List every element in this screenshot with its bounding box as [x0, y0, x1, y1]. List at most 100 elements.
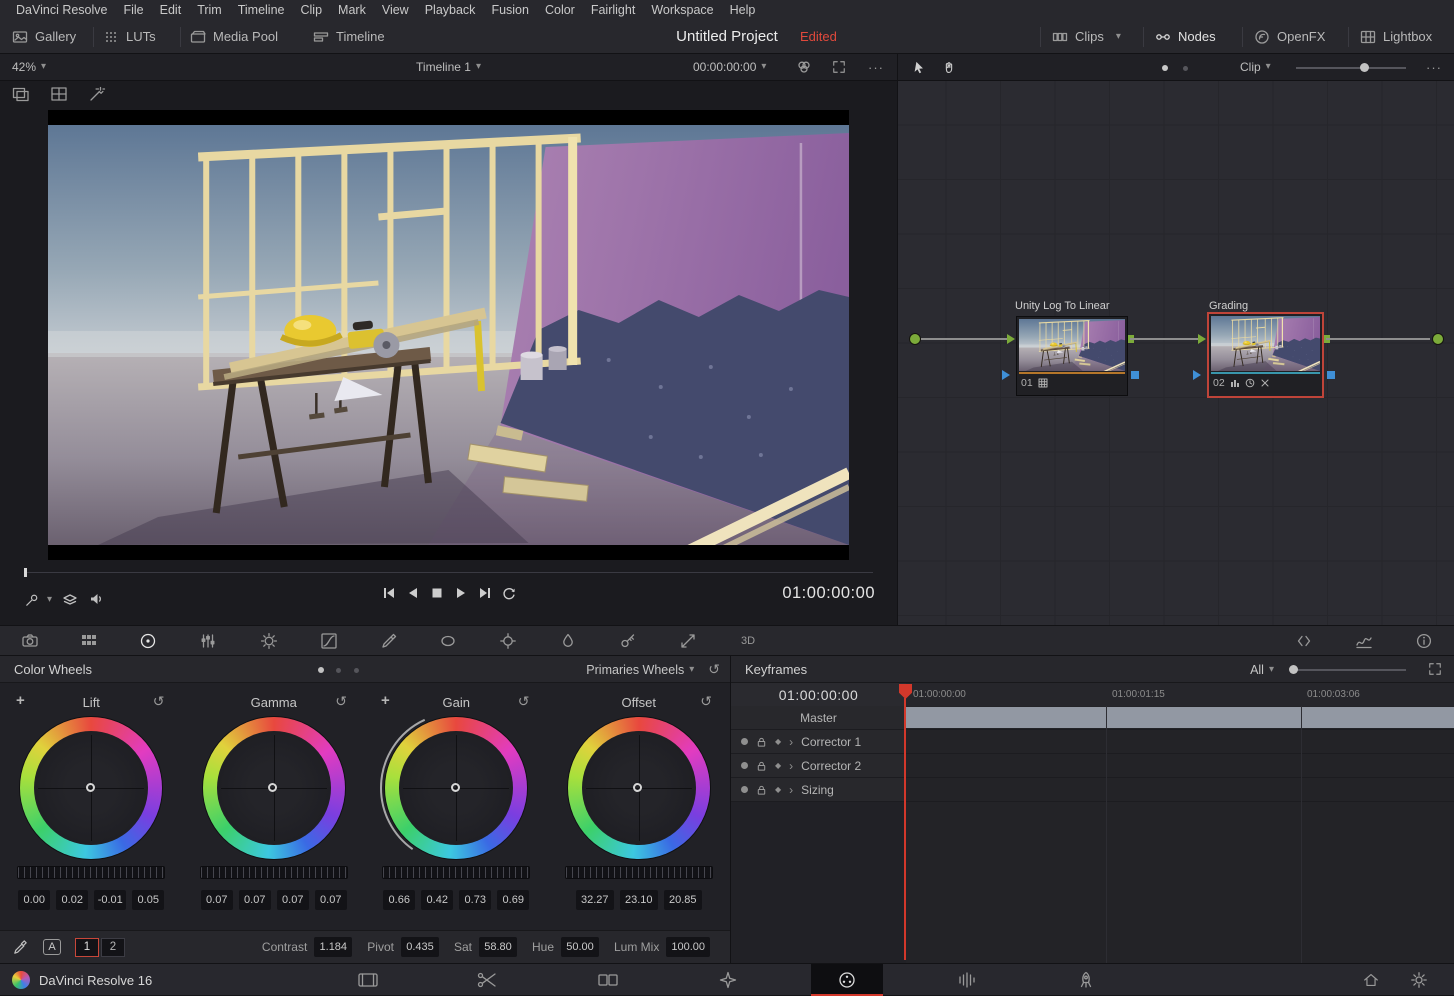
keyframe-filter-dropdown[interactable]: All ▾ — [1250, 656, 1274, 683]
menu-item-workspace[interactable]: Workspace — [643, 3, 721, 17]
select-tool-button[interactable] — [912, 54, 926, 80]
lock-icon[interactable] — [756, 784, 767, 796]
key-palette[interactable] — [615, 629, 641, 653]
wheel-indicator[interactable] — [268, 783, 277, 792]
keyframe-zoom-slider[interactable] — [1290, 669, 1406, 671]
gamma-color-wheel[interactable] — [203, 717, 345, 859]
page-color-active[interactable] — [811, 964, 883, 996]
page-dot[interactable] — [354, 668, 359, 673]
viewer-zoom-dropdown[interactable]: 42% ▾ — [12, 54, 46, 80]
menu-item-trim[interactable]: Trim — [189, 3, 230, 17]
node-02-selected[interactable]: 02 — [1207, 312, 1324, 398]
keyframe-diamond-icon[interactable]: ◆ — [775, 737, 781, 746]
play-button[interactable] — [453, 586, 469, 603]
tracker-palette[interactable] — [495, 629, 521, 653]
expand-keyframes-button[interactable] — [1428, 662, 1442, 676]
gain-master-dial[interactable] — [382, 866, 530, 879]
node-zoom-slider[interactable] — [1296, 67, 1406, 69]
page-dot-active[interactable] — [318, 667, 324, 673]
first-frame-button[interactable] — [381, 586, 397, 603]
audio-mute-button[interactable] — [88, 591, 105, 610]
node-output-dot[interactable] — [1432, 333, 1444, 345]
openfx-button[interactable]: OpenFX — [1254, 20, 1325, 53]
offset-b-value[interactable]: 20.85 — [664, 890, 702, 910]
window-palette[interactable] — [435, 629, 461, 653]
qualifier-palette[interactable] — [376, 629, 402, 653]
menu-item-fairlight[interactable]: Fairlight — [583, 3, 643, 17]
track-lane[interactable] — [906, 730, 1454, 754]
blur-palette[interactable] — [555, 629, 581, 653]
expand-chevron-icon[interactable]: › — [789, 759, 793, 773]
source-input-dot[interactable] — [909, 333, 921, 345]
status-dot[interactable] — [1183, 66, 1188, 71]
reset-all-icon[interactable]: ↺ — [708, 661, 720, 678]
sizing-palette[interactable] — [675, 629, 701, 653]
keyframe-zoom-slider-thumb[interactable] — [1289, 665, 1298, 674]
viewer-timecode-dropdown[interactable]: 00:00:00:00 ▾ — [693, 54, 766, 80]
nodes-button[interactable]: Nodes — [1155, 20, 1216, 53]
offset-color-wheel[interactable] — [568, 717, 710, 859]
viewer-scrubber[interactable] — [24, 568, 873, 578]
play-reverse-button[interactable] — [405, 586, 421, 603]
expand-chevron-icon[interactable]: › — [789, 735, 793, 749]
lift-g-value[interactable]: -0.01 — [94, 890, 126, 910]
clips-button[interactable]: Clips ▾ — [1052, 20, 1121, 53]
wheel-indicator[interactable] — [86, 783, 95, 792]
scopes-button[interactable] — [1351, 629, 1377, 653]
viewer-canvas[interactable] — [48, 110, 849, 560]
expand-chevron-icon[interactable]: › — [789, 783, 793, 797]
menu-item-timeline[interactable]: Timeline — [230, 3, 293, 17]
lum-mix-value[interactable]: 100.00 — [666, 937, 710, 957]
page-fairlight[interactable] — [931, 964, 1003, 996]
gamma-master-dial[interactable] — [200, 866, 348, 879]
playhead-line[interactable] — [904, 698, 906, 960]
wheel-indicator[interactable] — [633, 783, 642, 792]
menu-item-playback[interactable]: Playback — [417, 3, 484, 17]
lightbox-button[interactable]: Lightbox — [1360, 20, 1432, 53]
key-input-connector[interactable] — [1002, 370, 1010, 380]
gain-g-value[interactable]: 0.73 — [459, 890, 491, 910]
keyframe-track-sizing[interactable]: ◆ › Sizing — [731, 778, 1454, 802]
color-match-palette[interactable] — [76, 629, 102, 653]
page-deliver[interactable] — [1050, 964, 1122, 996]
menu-item-fusion[interactable]: Fusion — [483, 3, 537, 17]
key-output-connector[interactable] — [1131, 371, 1139, 379]
timeline-button[interactable]: Timeline — [313, 20, 385, 53]
eyedropper-icon[interactable] — [12, 939, 29, 956]
node-mode-dropdown[interactable]: Clip ▾ — [1240, 54, 1271, 80]
track-area-empty[interactable] — [906, 802, 1454, 963]
contrast-value[interactable]: 1.184 — [314, 937, 352, 957]
keyframe-track-corrector2[interactable]: ◆ › Corrector 2 — [731, 754, 1454, 778]
keyframe-ruler[interactable]: 01:00:00:00 01:00:01:15 01:00:03:06 — [906, 683, 1454, 706]
lift-y-value[interactable]: 0.00 — [18, 890, 50, 910]
gain-y-value[interactable]: 0.66 — [383, 890, 415, 910]
keyframe-track-master[interactable]: Master — [731, 706, 1454, 730]
gain-b-value[interactable]: 0.69 — [497, 890, 529, 910]
menu-item-edit[interactable]: Edit — [152, 3, 190, 17]
split-screen-button[interactable] — [1291, 629, 1317, 653]
page-edit[interactable] — [572, 964, 644, 996]
viewer-options-button[interactable]: ··· — [868, 54, 884, 80]
camera-raw-palette[interactable] — [17, 629, 43, 653]
lift-master-dial[interactable] — [17, 866, 165, 879]
master-track-bar[interactable] — [906, 707, 1454, 728]
pan-tool-button[interactable] — [942, 54, 956, 80]
offset-g-value[interactable]: 23.10 — [620, 890, 658, 910]
wipe-grid-button[interactable] — [50, 85, 68, 103]
wheel-page-1-tab[interactable]: 1 — [75, 938, 99, 957]
pan-crosshair-icon[interactable]: + — [16, 692, 25, 709]
motion-effects-palette[interactable] — [256, 629, 282, 653]
offset-master-dial[interactable] — [565, 866, 713, 879]
menu-item-mark[interactable]: Mark — [330, 3, 374, 17]
lift-b-value[interactable]: 0.05 — [132, 890, 164, 910]
node-options-button[interactable]: ··· — [1426, 54, 1442, 80]
reset-icon[interactable]: ↺ — [335, 693, 347, 710]
sat-value[interactable]: 58.80 — [479, 937, 517, 957]
media-pool-button[interactable]: Media Pool — [190, 20, 278, 53]
keyframe-track-corrector1[interactable]: ◆ › Corrector 1 — [731, 730, 1454, 754]
lock-icon[interactable] — [756, 760, 767, 772]
rgb-mixer-palette[interactable] — [195, 629, 221, 653]
wheel-indicator[interactable] — [451, 783, 460, 792]
stereo-3d-palette[interactable]: 3D — [735, 629, 761, 653]
curves-palette[interactable] — [316, 629, 342, 653]
